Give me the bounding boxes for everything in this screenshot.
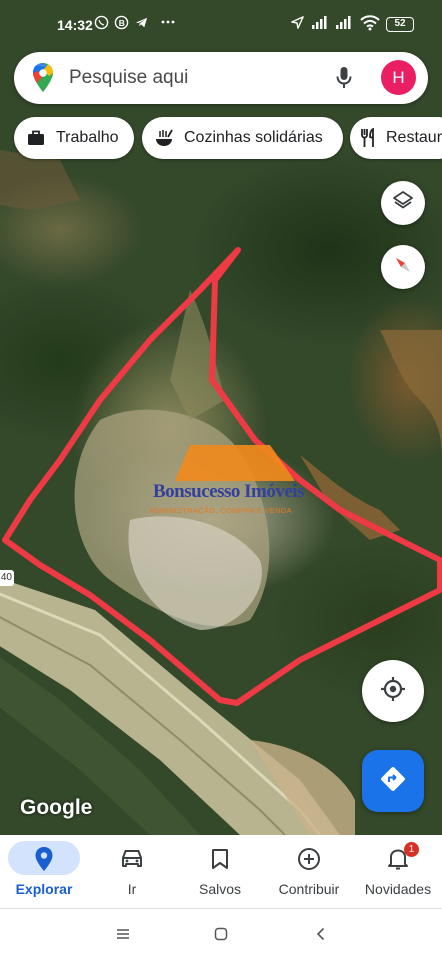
more-dots-icon (160, 13, 176, 32)
watermark-tagline: ADMINISTRAÇÃO, COMPRA E VENDA (149, 506, 292, 515)
car-icon (88, 845, 176, 873)
layers-icon (392, 190, 414, 217)
layers-button[interactable] (381, 181, 425, 225)
chip-label: Cozinhas solidárias (184, 129, 323, 146)
chip-label: Restaurantes (386, 129, 442, 146)
nav-label: Explorar (15, 881, 73, 897)
search-input[interactable]: Pesquise aqui (69, 67, 188, 89)
watermark-logo: Bonsucesso Imóveis ADMINISTRAÇÃO, COMPRA… (145, 443, 305, 523)
telegram-icon (134, 15, 149, 33)
nav-label: Contribuir (278, 881, 340, 897)
bowl-icon (152, 126, 176, 150)
my-location-button[interactable] (362, 660, 424, 722)
signal-icon (334, 15, 354, 33)
nav-label: Ir (127, 881, 137, 897)
nav-contribuir[interactable]: Contribuir (265, 835, 353, 908)
menu-icon[interactable] (116, 927, 130, 946)
add-circle-icon (265, 845, 353, 873)
bookmark-icon (176, 845, 264, 873)
nav-salvos[interactable]: Salvos (176, 835, 264, 908)
nav-label: Novidades (364, 881, 432, 897)
directions-button[interactable] (362, 750, 424, 812)
maps-logo-icon (32, 62, 54, 99)
svg-text:B: B (119, 18, 125, 28)
account-avatar[interactable]: H (381, 60, 416, 95)
compass-button[interactable] (381, 245, 425, 289)
chip-restaurantes[interactable]: Restaurantes (350, 117, 442, 159)
mic-icon[interactable] (336, 66, 352, 95)
chip-cozinhas-solidarias[interactable]: Cozinhas solidárias (142, 117, 343, 159)
nav-explorar[interactable]: Explorar (0, 835, 88, 908)
roof-logo-icon (175, 445, 295, 481)
whatsapp-icon (94, 15, 109, 33)
directions-icon (379, 765, 407, 798)
google-attribution: Google (20, 796, 93, 819)
b-icon: B (114, 15, 129, 33)
road-number-badge: 40 (0, 570, 14, 586)
wifi-icon (360, 15, 380, 34)
briefcase-icon (24, 126, 48, 150)
status-time: 14:32 (57, 17, 93, 33)
status-bar: 14:32 B 52 (0, 0, 442, 48)
notification-badge: 1 (404, 842, 419, 857)
nav-label: Salvos (198, 881, 242, 897)
chip-trabalho[interactable]: Trabalho (14, 117, 134, 159)
search-bar[interactable]: Pesquise aqui H (14, 52, 428, 104)
system-navigation-bar (0, 908, 442, 960)
location-arrow-icon (290, 15, 305, 33)
nav-ir[interactable]: Ir (88, 835, 176, 908)
watermark-brand: Bonsucesso Imóveis (153, 481, 304, 502)
back-icon[interactable] (314, 927, 328, 946)
chip-label: Trabalho (56, 129, 119, 146)
my-location-icon (379, 675, 407, 708)
nav-novidades[interactable]: 1 Novidades (354, 835, 442, 908)
bottom-navigation: Explorar Ir Salvos Contribuir 1 Novidade… (0, 835, 442, 908)
location-pin-icon (0, 845, 88, 873)
battery-icon: 52 (386, 17, 414, 32)
bell-icon (354, 845, 442, 873)
fork-knife-icon (360, 126, 378, 150)
signal-icon (310, 15, 330, 33)
home-icon[interactable] (214, 927, 228, 946)
compass-icon (392, 254, 414, 281)
